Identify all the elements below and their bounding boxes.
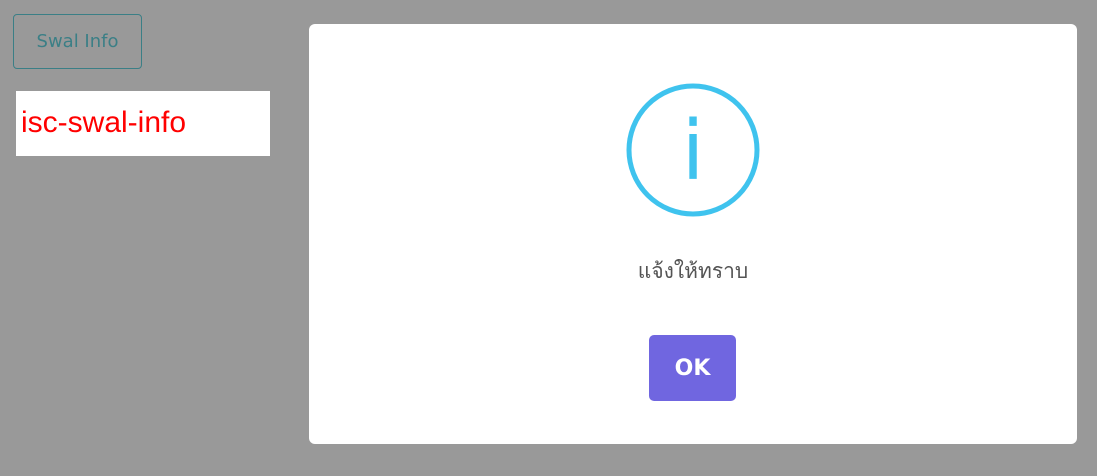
- swal-info-button[interactable]: Swal Info: [13, 14, 142, 69]
- dialog-message: แจ้งให้ทราบ: [637, 259, 749, 283]
- alert-dialog: i แจ้งให้ทราบ OK: [309, 24, 1077, 444]
- info-glyph: i: [682, 104, 705, 199]
- class-label-box: isc-swal-info: [16, 91, 270, 156]
- info-circle-icon: i: [626, 83, 760, 217]
- ok-button[interactable]: OK: [649, 335, 736, 401]
- class-label-text: isc-swal-info: [21, 106, 187, 139]
